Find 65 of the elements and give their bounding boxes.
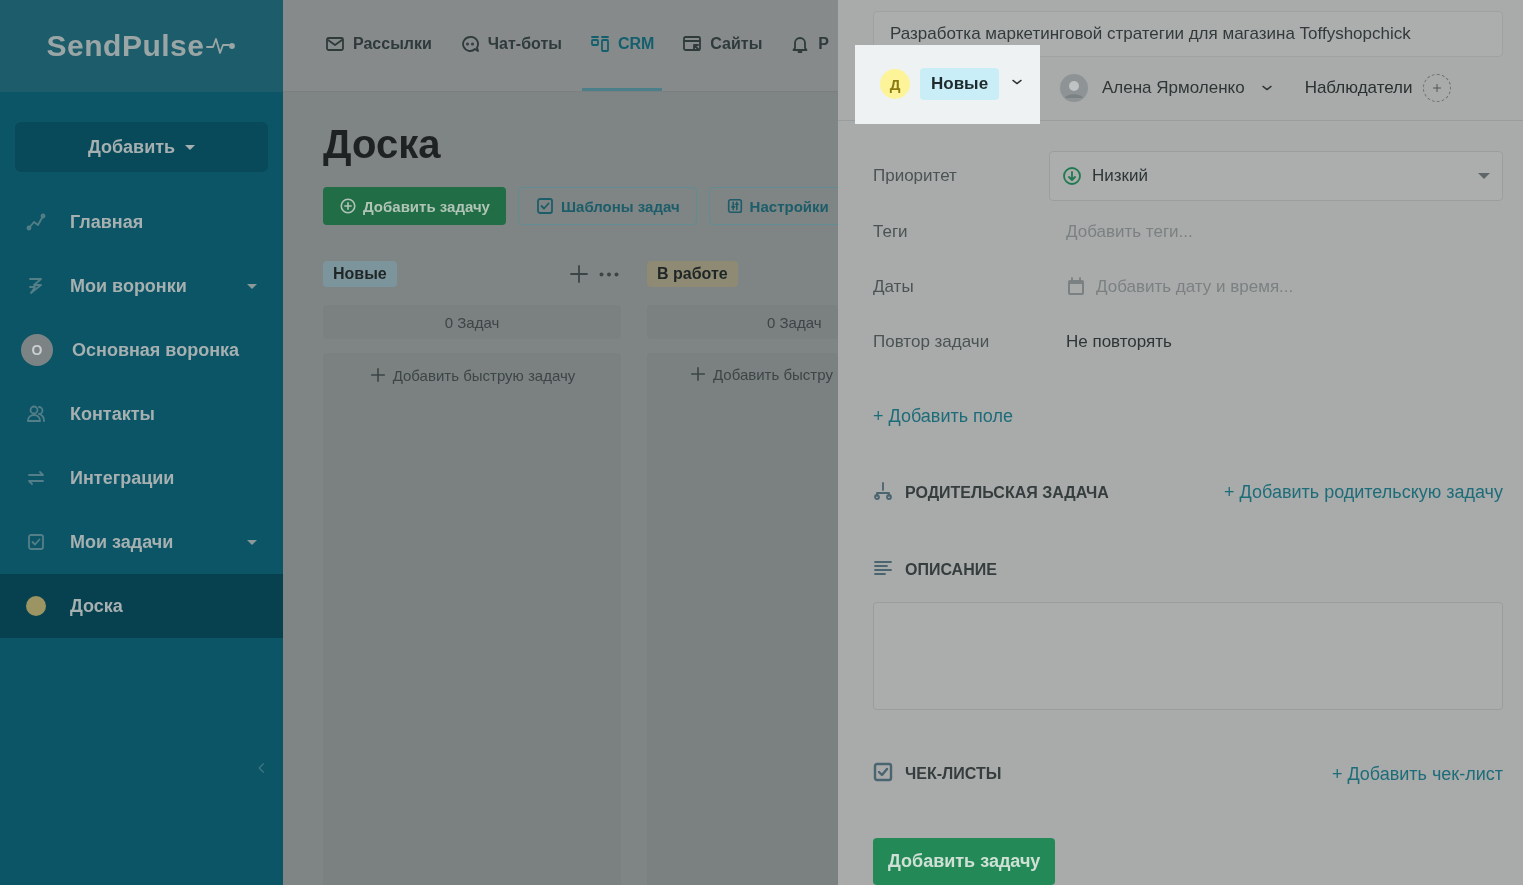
chat-bubble-icon bbox=[459, 34, 480, 54]
add-field-link[interactable]: + Добавить поле bbox=[873, 405, 1013, 427]
quick-add-link[interactable]: Добавить быструю задачу bbox=[362, 365, 582, 385]
field-label: Теги bbox=[873, 220, 909, 243]
sidebar-item[interactable]: Контакты bbox=[0, 382, 283, 446]
priority-select[interactable]: Низкий bbox=[1049, 150, 1503, 201]
mail-icon bbox=[325, 34, 345, 54]
field-label: Приоритет bbox=[873, 164, 958, 187]
watchers-label: Наблюдатели bbox=[1304, 78, 1413, 99]
nav-tab[interactable]: Р bbox=[782, 0, 837, 91]
sidebar-item[interactable]: Доска bbox=[0, 574, 283, 638]
column-title: В работе bbox=[647, 261, 738, 287]
plus-circle-icon bbox=[339, 197, 357, 215]
calendar-icon bbox=[1066, 276, 1086, 297]
sidebar-item[interactable]: Главная bbox=[0, 190, 283, 254]
swap-arrows-icon bbox=[26, 468, 46, 488]
sidebar-item[interactable]: Мои задачи bbox=[0, 510, 283, 574]
sidebar-item[interactable]: О Основная воронка bbox=[0, 318, 283, 382]
hierarchy-icon bbox=[873, 480, 893, 501]
nav-tab[interactable]: Сайты bbox=[674, 0, 771, 91]
section-title: ОПИСАНИЕ bbox=[905, 560, 997, 579]
plus-icon bbox=[368, 366, 387, 384]
task-count: 0 Задач bbox=[647, 305, 838, 339]
field-label: Даты bbox=[873, 275, 915, 298]
assignee-picker[interactable]: Алена Ярмоленко bbox=[1054, 73, 1281, 104]
checkbox-icon bbox=[26, 532, 46, 552]
nav-tab[interactable]: Рассылки bbox=[317, 0, 440, 91]
checkbox-icon bbox=[534, 196, 555, 216]
avatar: Д bbox=[880, 69, 910, 100]
status-label: Новые bbox=[920, 68, 1000, 101]
sliders-icon bbox=[725, 197, 744, 215]
column-actions[interactable] bbox=[569, 264, 621, 284]
plus-icon bbox=[689, 365, 707, 383]
field-value[interactable]: Не повторять bbox=[1049, 331, 1503, 352]
people-icon bbox=[26, 404, 46, 424]
plus-icon bbox=[569, 264, 589, 284]
add-task-button[interactable]: Добавить задачу bbox=[873, 838, 1056, 885]
nav-tab[interactable]: CRM bbox=[581, 0, 663, 91]
quick-add-link[interactable]: Добавить быстру bbox=[689, 365, 833, 383]
avatar-icon bbox=[1060, 74, 1088, 103]
sidebar-item[interactable]: Мои воронки bbox=[0, 254, 283, 318]
sidebar-item[interactable]: Интеграции bbox=[0, 446, 283, 510]
add-checklist-link[interactable]: + Добавить чек-лист bbox=[1331, 763, 1503, 785]
avatar: О bbox=[21, 334, 53, 366]
task-count: 0 Задач bbox=[323, 305, 621, 339]
down-arrow-circle-icon bbox=[1062, 165, 1082, 186]
page-title: Доска bbox=[323, 122, 442, 167]
columns-icon bbox=[589, 34, 610, 54]
toolbar-button[interactable]: Добавить задачу bbox=[323, 187, 506, 225]
field-label: Повтор задачи bbox=[873, 330, 991, 353]
plus-icon bbox=[1431, 83, 1442, 94]
toolbar-button[interactable]: Шаблоны задач bbox=[517, 187, 697, 225]
pulse-icon bbox=[206, 35, 237, 57]
title-field[interactable]: Разработка маркетинговой стратегии для магазина Toffyshopchick bbox=[873, 11, 1503, 57]
caret-icon bbox=[1478, 172, 1490, 179]
chart-line-icon bbox=[26, 212, 46, 232]
nav-tab[interactable]: Чат-боты bbox=[451, 0, 570, 91]
section-title: ЧЕК-ЛИСТЫ bbox=[905, 765, 1002, 784]
add-parent-link[interactable]: + Добавить родительскую задачу bbox=[1224, 482, 1503, 504]
add-button[interactable]: Добавить bbox=[15, 122, 268, 172]
more-icon[interactable] bbox=[599, 271, 619, 277]
browser-window-icon bbox=[682, 34, 703, 54]
column-title: Новые bbox=[323, 261, 397, 287]
checkbox-icon bbox=[873, 762, 893, 783]
section-title: РОДИТЕЛЬСКАЯ ЗАДАЧА bbox=[905, 483, 1109, 502]
